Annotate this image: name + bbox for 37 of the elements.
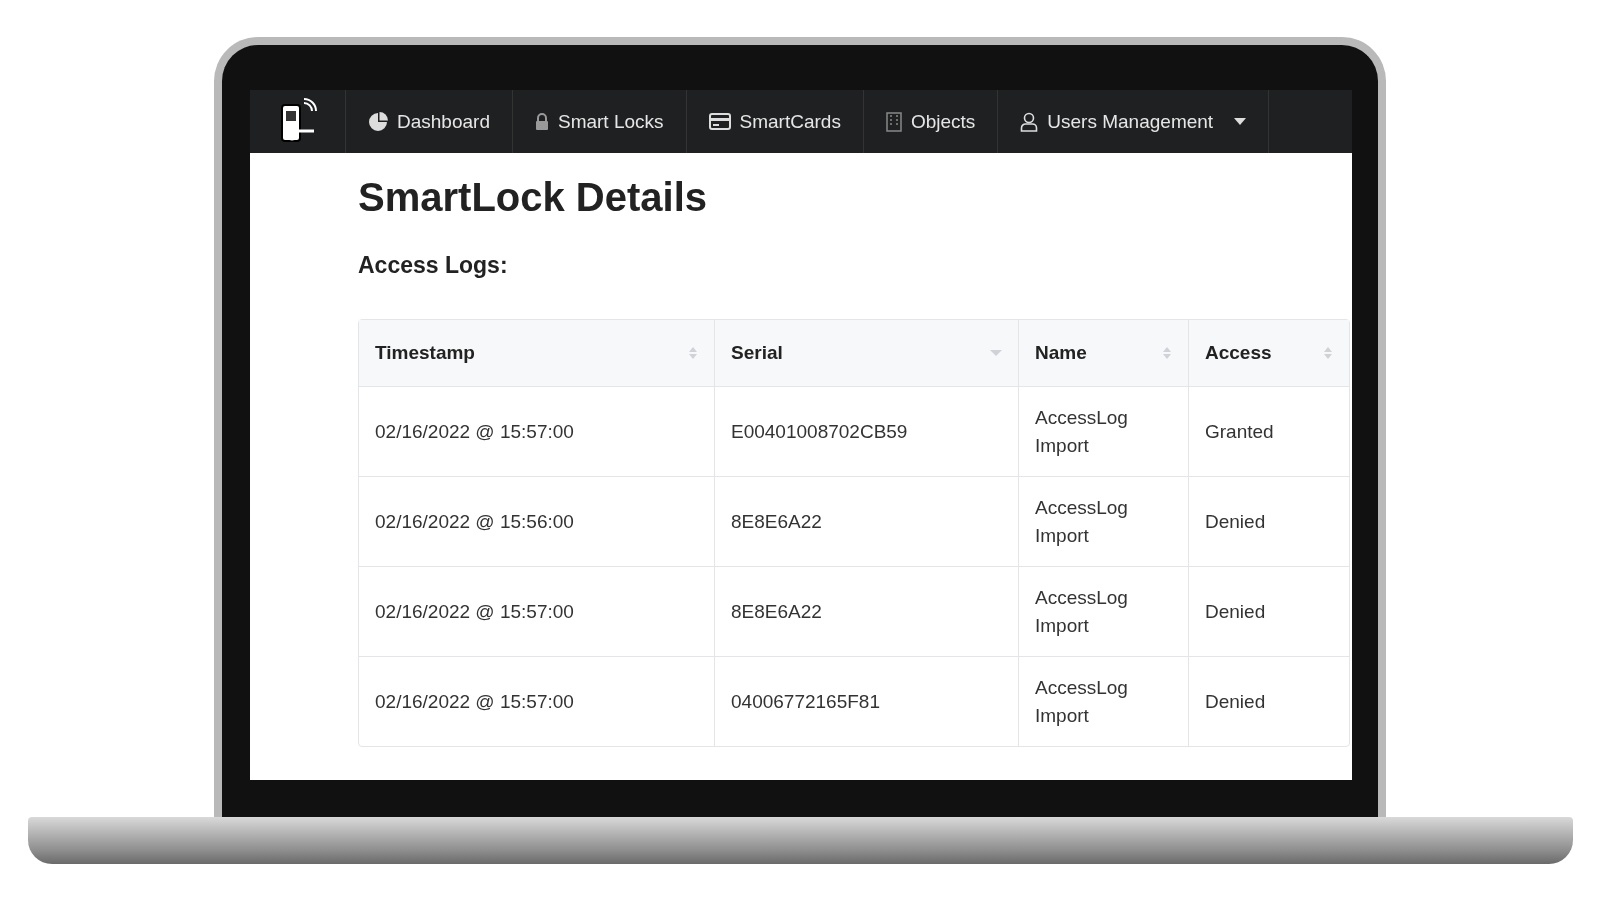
table-cell-text: Granted [1205, 419, 1274, 444]
table-cell-text: 02/16/2022 @ 15:57:00 [375, 599, 574, 624]
nav-link[interactable]: Smart Locks [512, 90, 687, 153]
table-cell-text: 02/16/2022 @ 15:56:00 [375, 509, 574, 534]
column-header[interactable]: Name [1018, 320, 1188, 386]
table-cell-text: AccessLog Import [1035, 495, 1129, 548]
user-icon [1020, 111, 1039, 132]
table-cell-text: 02/16/2022 @ 15:57:00 [375, 689, 574, 714]
table-cell-text: AccessLog Import [1035, 585, 1129, 638]
table-cell-text: 8E8E6A22 [731, 599, 822, 624]
pie-chart-icon [368, 111, 388, 132]
credit-card-icon [708, 113, 731, 130]
sort-icon [1323, 346, 1333, 360]
table-cell-text: 02/16/2022 @ 15:57:00 [375, 419, 574, 444]
table-cell-text: 04006772165F81 [731, 689, 880, 714]
sort-descending-icon [990, 349, 1002, 357]
nav-link[interactable]: SmartCards [686, 90, 864, 153]
table-cell-text: E00401008702CB59 [731, 419, 908, 444]
lock-icon [534, 112, 549, 131]
table-cell-text: 8E8E6A22 [731, 509, 822, 534]
section-heading: Access Logs: [358, 252, 509, 279]
table-cell-text: AccessLog Import [1035, 405, 1129, 458]
page-title: SmartLock Details [358, 175, 709, 220]
table-cell-text: Denied [1205, 509, 1266, 534]
nav-link[interactable]: Users Management [998, 90, 1270, 153]
table-cell-text: AccessLog Import [1035, 675, 1129, 728]
sort-icon [688, 346, 698, 360]
sort-icon [1162, 346, 1172, 360]
building-icon [885, 111, 902, 132]
table-cell-text: Denied [1205, 599, 1266, 624]
nav-link[interactable]: Objects [863, 90, 999, 153]
column-header[interactable]: Access [1188, 320, 1349, 386]
caret-icon [1234, 117, 1247, 126]
nav-link[interactable]: Dashboard [346, 90, 513, 153]
column-header[interactable]: Serial [714, 320, 1018, 386]
column-header[interactable]: Timestamp [359, 320, 714, 386]
table-cell-text: Denied [1205, 689, 1266, 714]
